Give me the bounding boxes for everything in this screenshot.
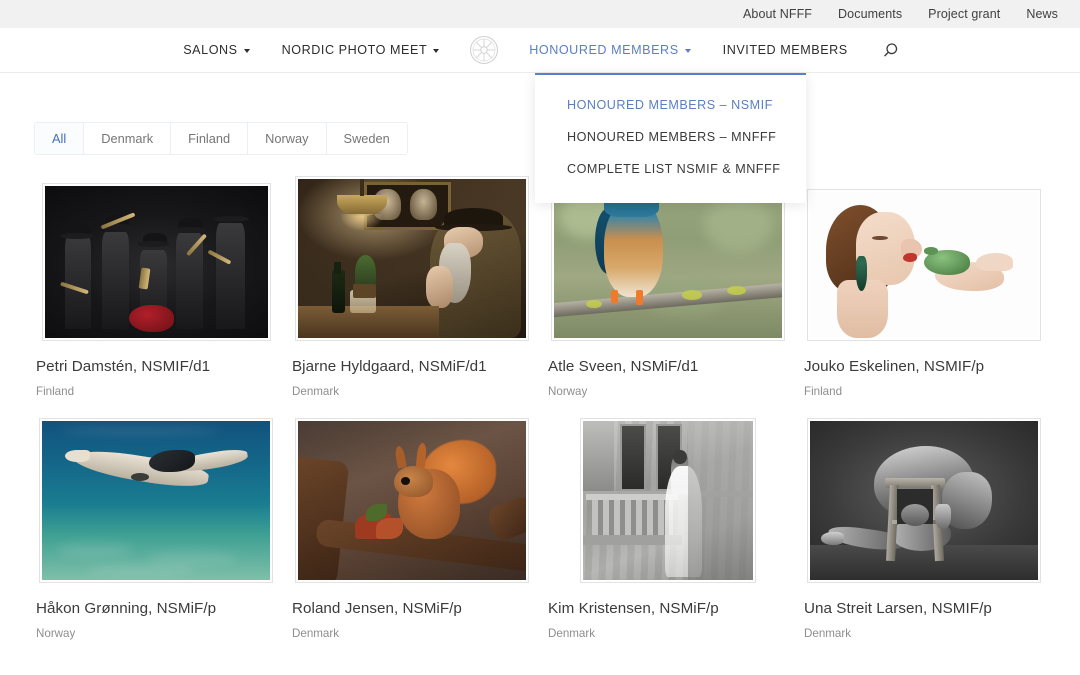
nav-item-honoured-members[interactable]: HONOURED MEMBERS (513, 28, 706, 73)
search-button[interactable] (864, 42, 913, 59)
member-name[interactable]: Bjarne Hyldgaard, NSMiF/d1 (292, 357, 532, 376)
member-country: Norway (36, 627, 76, 640)
nav-item-nordic-photo-meet[interactable]: NORDIC PHOTO MEET (266, 28, 456, 73)
member-country: Norway (548, 385, 588, 398)
nav-items-container: SALONS NORDIC PHOTO MEET HONOURED MEMBER… (167, 28, 913, 73)
thumbnail-wrapper (804, 178, 1044, 341)
member-name[interactable]: Atle Sveen, NSMiF/d1 (548, 357, 788, 376)
member-country: Denmark (804, 627, 852, 640)
member-photo (44, 186, 268, 338)
thumbnail-wrapper (548, 418, 788, 583)
chevron-down-icon (243, 49, 250, 53)
thumbnail-wrapper (36, 418, 276, 583)
gallery-row: Håkon Grønning, NSMiF/p Norway Roland Je… (28, 418, 1052, 640)
member-photo (810, 192, 1038, 338)
member-country: Denmark (292, 385, 340, 398)
members-gallery: Petri Damstén, NSMIF/d1 Finland Bjarne H… (0, 176, 1080, 640)
photo-frame[interactable] (295, 418, 529, 583)
gallery-row: Petri Damstén, NSMIF/d1 Finland Bjarne H… (28, 176, 1052, 398)
member-photo (583, 421, 753, 580)
gallery-item[interactable]: Bjarne Hyldgaard, NSMiF/d1 Denmark (284, 176, 540, 398)
filter-tab-denmark[interactable]: Denmark (84, 123, 172, 154)
top-utility-bar: About NFFF Documents Project grant News (0, 0, 1080, 28)
gallery-item[interactable]: Petri Damstén, NSMIF/d1 Finland (28, 178, 284, 398)
search-icon (883, 42, 897, 57)
member-name[interactable]: Petri Damstén, NSMIF/d1 (36, 357, 276, 376)
top-link-news[interactable]: News (1026, 7, 1058, 21)
country-filter-tabs: All Denmark Finland Norway Sweden (34, 122, 408, 155)
member-photo (298, 179, 526, 338)
nav-item-salons[interactable]: SALONS (167, 28, 265, 73)
top-link-documents[interactable]: Documents (838, 7, 902, 21)
thumbnail-wrapper (36, 178, 276, 341)
photo-frame[interactable] (295, 176, 529, 341)
nav-item-label: NORDIC PHOTO MEET (281, 43, 428, 57)
main-navigation: SALONS NORDIC PHOTO MEET HONOURED MEMBER… (0, 28, 1080, 203)
gallery-item[interactable]: Håkon Grønning, NSMiF/p Norway (28, 418, 284, 640)
photo-frame[interactable] (41, 183, 271, 341)
nav-item-label: SALONS (183, 43, 238, 57)
thumbnail-wrapper (804, 418, 1044, 583)
top-link-about-nfff[interactable]: About NFFF (743, 7, 812, 21)
member-name[interactable]: Håkon Grønning, NSMiF/p (36, 599, 276, 618)
thumbnail-wrapper (292, 418, 532, 583)
thumbnail-wrapper (292, 176, 532, 341)
member-name[interactable]: Jouko Eskelinen, NSMIF/p (804, 357, 1044, 376)
dropdown-item-honoured-members-nsmif[interactable]: HONOURED MEMBERS – NSMIF (535, 89, 806, 121)
gallery-item[interactable]: Roland Jensen, NSMiF/p Denmark (284, 418, 540, 640)
gallery-item[interactable]: Atle Sveen, NSMiF/d1 Norway (540, 176, 796, 398)
photo-frame[interactable] (580, 418, 756, 583)
filter-tab-norway[interactable]: Norway (248, 123, 327, 154)
member-photo (298, 421, 526, 580)
photo-frame[interactable] (39, 418, 273, 583)
filter-tab-sweden[interactable]: Sweden (326, 123, 407, 154)
honoured-members-dropdown: HONOURED MEMBERS – NSMIF HONOURED MEMBER… (535, 73, 806, 203)
member-country: Finland (804, 385, 843, 398)
member-country: Denmark (548, 627, 596, 640)
member-photo (810, 421, 1038, 580)
member-name[interactable]: Roland Jensen, NSMiF/p (292, 599, 532, 618)
top-link-project-grant[interactable]: Project grant (928, 7, 1000, 21)
nav-item-label: HONOURED MEMBERS (529, 43, 679, 57)
gallery-item[interactable]: Una Streit Larsen, NSMIF/p Denmark (796, 418, 1052, 640)
filter-tab-finland[interactable]: Finland (171, 123, 249, 154)
dropdown-item-honoured-members-mnfff[interactable]: HONOURED MEMBERS – MNFFF (535, 121, 806, 153)
dropdown-item-complete-list[interactable]: COMPLETE LIST NSMIF & MNFFF (535, 153, 806, 185)
photo-frame[interactable] (807, 189, 1041, 341)
chevron-down-icon (433, 49, 440, 53)
filter-tab-all[interactable]: All (35, 123, 85, 154)
member-name[interactable]: Kim Kristensen, NSMiF/p (548, 599, 788, 618)
member-country: Finland (36, 385, 75, 398)
member-photo (42, 421, 270, 580)
photo-frame[interactable] (807, 418, 1041, 583)
gallery-item[interactable]: Jouko Eskelinen, NSMIF/p Finland (796, 178, 1052, 398)
member-name[interactable]: Una Streit Larsen, NSMIF/p (804, 599, 1044, 618)
nav-item-label: INVITED MEMBERS (722, 43, 848, 57)
chevron-down-icon (684, 49, 691, 53)
wheel-logo-icon[interactable] (469, 35, 499, 65)
member-country: Denmark (292, 627, 340, 640)
gallery-item[interactable]: Kim Kristensen, NSMiF/p Denmark (540, 418, 796, 640)
nav-item-invited-members[interactable]: INVITED MEMBERS (707, 28, 864, 73)
